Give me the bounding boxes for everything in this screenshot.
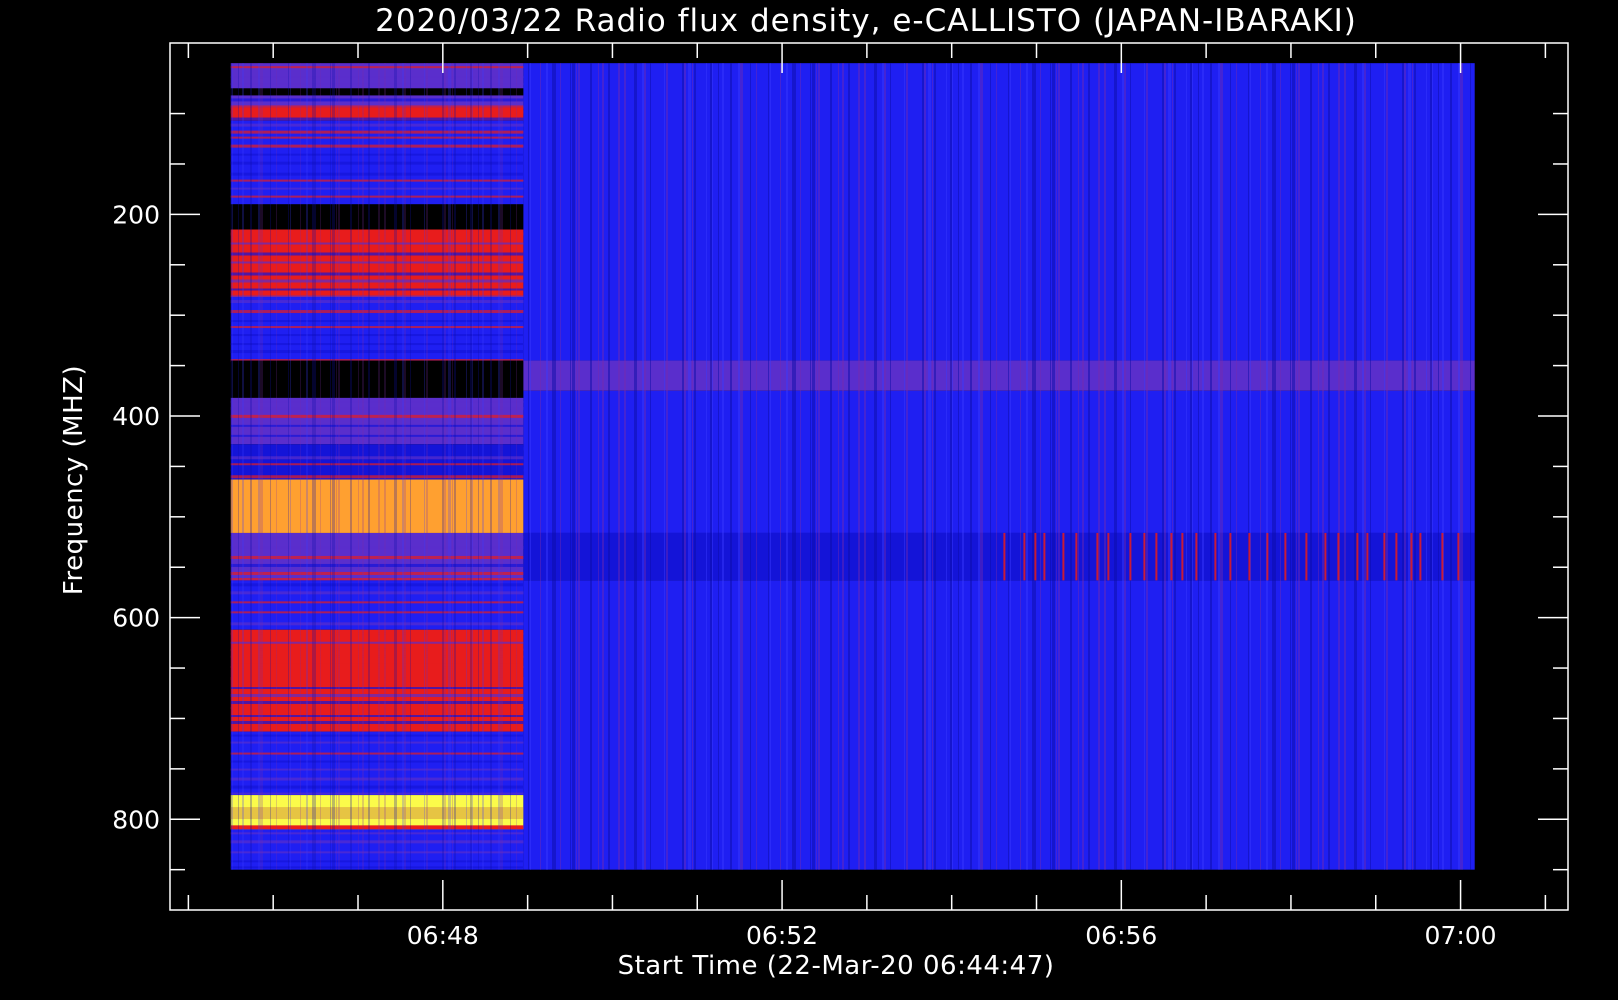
burst-line [1062, 532, 1065, 581]
burst-line [1129, 532, 1132, 581]
burst-line [1395, 532, 1398, 581]
y-tick-label: 800 [112, 805, 160, 834]
burst-line [1003, 532, 1006, 581]
burst-line [1107, 532, 1110, 581]
burst-line [1155, 532, 1158, 581]
x-tick-label: 07:00 [1425, 921, 1497, 950]
x-axis-label: Start Time (22-Mar-20 06:44:47) [618, 951, 1055, 981]
streak-overlay [523, 63, 1475, 870]
burst-line [1248, 532, 1251, 581]
chart-title: 2020/03/22 Radio flux density, e-CALLIST… [375, 3, 1357, 39]
y-axis-label: Frequency (MHZ) [59, 365, 89, 595]
burst-line [1143, 532, 1146, 581]
spectrogram-chart: 200 400 600 800 06:48 06:52 06:56 07:00 2020/03… [0, 0, 1618, 1000]
plot-layer [230, 63, 1475, 870]
y-tick-label: 600 [112, 604, 160, 633]
burst-line [1324, 532, 1327, 581]
x-tick-label: 06:48 [407, 921, 479, 950]
burst-line [1214, 532, 1217, 581]
burst-line [1170, 532, 1173, 581]
burst-line [1284, 532, 1287, 581]
burst-line [1043, 532, 1046, 581]
burst-line [1075, 532, 1078, 581]
burst-line [1457, 532, 1460, 581]
burst-line [1337, 532, 1340, 581]
burst-line [1419, 532, 1422, 581]
burst-line [1356, 532, 1359, 581]
x-tick-label: 06:56 [1085, 921, 1157, 950]
burst-line [1305, 532, 1308, 581]
burst-line [1366, 532, 1369, 581]
x-tick-label: 06:52 [746, 921, 818, 950]
burst-line [1229, 532, 1232, 581]
streak-overlay [230, 63, 524, 870]
burst-line [1441, 532, 1444, 581]
spectrogram-svg: 200 400 600 800 06:48 06:52 06:56 07:00 2020/03… [0, 0, 1618, 1000]
burst-line [1266, 532, 1269, 581]
burst-line [1023, 532, 1026, 581]
burst-line [1181, 532, 1184, 581]
burst-line [1383, 532, 1386, 581]
burst-line [1096, 532, 1099, 581]
burst-line [1034, 532, 1037, 581]
burst-line [1410, 532, 1413, 581]
y-tick-label: 200 [112, 200, 160, 229]
burst-line [1195, 532, 1198, 581]
y-tick-label: 400 [112, 402, 160, 431]
